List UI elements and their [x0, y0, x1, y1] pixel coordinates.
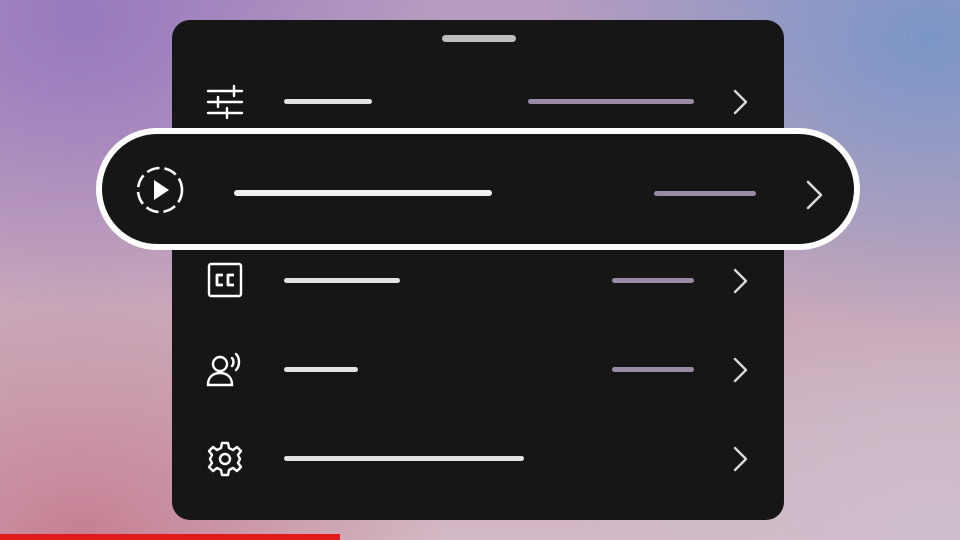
gear-icon [206, 441, 244, 477]
menu-item-audio[interactable] [172, 340, 784, 400]
video-progress-bar[interactable] [0, 534, 960, 540]
menu-item-playback-selected[interactable] [96, 128, 860, 250]
chevron-right-icon [730, 356, 750, 384]
chevron-right-icon [802, 178, 826, 212]
menu-item-value [612, 367, 694, 372]
menu-item-sliders[interactable] [172, 72, 784, 132]
chevron-right-icon [730, 267, 750, 295]
menu-item-value [654, 191, 756, 196]
play-circle-dashed-icon [134, 164, 186, 216]
drag-handle[interactable] [442, 35, 516, 42]
settings-menu-panel [172, 20, 784, 520]
sliders-icon [206, 84, 244, 120]
voice-speaker-icon [206, 352, 244, 388]
closed-captions-icon [206, 262, 244, 299]
menu-item-label [284, 99, 372, 104]
chevron-right-icon [730, 88, 750, 116]
menu-item-value [528, 99, 694, 104]
video-progress-fill [0, 534, 340, 540]
menu-item-label [284, 456, 524, 461]
menu-item-label [234, 190, 492, 196]
menu-item-settings[interactable] [172, 429, 784, 489]
menu-item-captions[interactable] [172, 251, 784, 311]
chevron-right-icon [730, 445, 750, 473]
menu-item-label [284, 278, 400, 283]
menu-item-value [612, 278, 694, 283]
menu-item-label [284, 367, 358, 372]
